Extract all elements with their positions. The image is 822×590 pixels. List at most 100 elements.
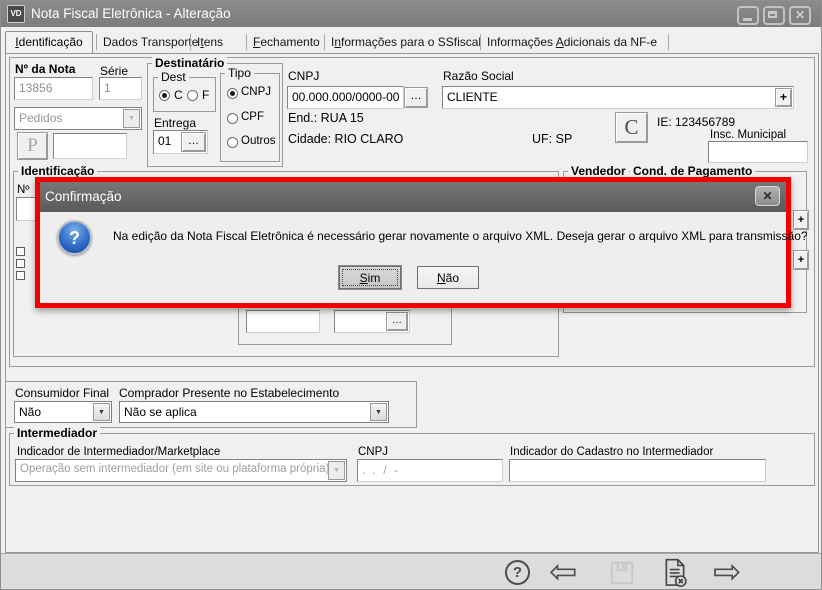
radio-tipo-cpf-label: CPF: [241, 111, 264, 123]
chevron-down-icon: ▼: [123, 109, 140, 128]
radio-tipo-cnpj[interactable]: [227, 88, 238, 99]
radio-tipo-outros[interactable]: [227, 137, 238, 148]
c-button[interactable]: C: [615, 112, 648, 143]
numero-label: Nº: [17, 184, 30, 196]
intermediador-legend: Intermediador: [14, 426, 100, 440]
dest-subgroup: Dest C F: [153, 77, 216, 112]
razao-social-label: Razão Social: [443, 69, 514, 83]
indicador-intermediador-dropdown[interactable]: Operação sem intermediador (em site ou p…: [15, 459, 347, 482]
hidden-checkbox[interactable]: [16, 247, 25, 256]
cnpj-field[interactable]: 00.000.000/0000-00: [287, 86, 404, 109]
close-icon: ✕: [791, 8, 809, 23]
maximize-icon: [768, 11, 777, 18]
question-icon: ?: [57, 220, 92, 255]
tab-identificacao[interactable]: Identificação: [5, 31, 93, 54]
indicador-cadastro-label: Indicador do Cadastro no Intermediador: [510, 446, 713, 458]
tab-itens[interactable]: Itens: [197, 35, 223, 49]
radio-dest-f[interactable]: [187, 90, 198, 101]
tipo-subgroup: Tipo CNPJ CPF Outros: [220, 73, 280, 162]
p-button[interactable]: P: [17, 132, 48, 160]
consumidor-final-dropdown[interactable]: Não ▼: [14, 401, 112, 423]
entrega-ellipsis-button[interactable]: …: [181, 132, 206, 152]
tab-separator: [96, 34, 97, 50]
save-icon[interactable]: [609, 560, 635, 590]
cancel-document-icon[interactable]: [661, 558, 689, 590]
indicador-intermediador-label: Indicador de Intermediador/Marketplace: [17, 446, 220, 458]
radio-dest-f-label: F: [202, 88, 209, 102]
close-icon: ✕: [762, 189, 772, 203]
vendedor-legend: Vendedor: [568, 164, 629, 178]
ie-text: IE: 123456789: [657, 115, 735, 129]
radio-dest-c[interactable]: [159, 90, 170, 101]
hidden-field-1[interactable]: [246, 310, 320, 333]
nota-label: Nº da Nota: [15, 62, 75, 76]
endereco-text: End.: RUA 15: [288, 111, 364, 125]
minimize-button[interactable]: [737, 6, 759, 25]
cnpj-label: CNPJ: [288, 69, 319, 83]
vendedor-plus-button[interactable]: +: [793, 210, 809, 230]
app-window: VD Nota Fiscal Eletrônica - Alteração ✕ …: [0, 0, 822, 590]
chevron-down-icon: ▼: [93, 403, 110, 421]
forward-icon[interactable]: ⇨: [713, 548, 742, 590]
chevron-down-icon: ▼: [370, 403, 387, 421]
insc-municipal-label: Insc. Municipal: [710, 129, 786, 141]
identificacao-legend: Identificação: [18, 164, 97, 178]
tab-separator: [668, 34, 669, 50]
cond-pagamento-plus-button[interactable]: +: [793, 250, 809, 270]
insc-municipal-field[interactable]: [708, 141, 808, 163]
window-title: Nota Fiscal Eletrônica - Alteração: [31, 1, 231, 27]
dialog-close-button[interactable]: ✕: [755, 186, 780, 206]
tab-informacoes-adicionais[interactable]: Informações Adicionais da NF-e: [487, 35, 657, 49]
comprador-presente-label: Comprador Presente no Estabelecimento: [119, 386, 339, 400]
cond-pagamento-legend: Cond. de Pagamento: [630, 164, 755, 178]
help-icon[interactable]: ?: [505, 560, 530, 585]
close-button[interactable]: ✕: [789, 6, 811, 25]
entrega-label: Entrega: [154, 116, 196, 130]
app-icon: VD: [7, 5, 25, 23]
tab-dados-transporte[interactable]: Dados Transporte: [103, 35, 198, 49]
p-text-field[interactable]: [53, 133, 127, 159]
serie-field[interactable]: 1: [99, 77, 142, 100]
maximize-button[interactable]: [763, 6, 785, 25]
sim-button[interactable]: Sim: [339, 266, 401, 289]
razao-social-field[interactable]: CLIENTE: [442, 86, 794, 109]
dialog-title-bar: Confirmação: [40, 182, 786, 212]
title-bar: VD Nota Fiscal Eletrônica - Alteração ✕: [1, 1, 821, 27]
tipo-legend: Tipo: [225, 66, 254, 80]
tab-separator: [190, 34, 191, 50]
razao-social-plus-button[interactable]: +: [775, 88, 792, 107]
consumidor-final-label: Consumidor Final: [15, 386, 109, 400]
radio-dest-c-label: C: [174, 88, 183, 102]
cnpj-ellipsis-button[interactable]: …: [404, 87, 428, 108]
comprador-presente-dropdown[interactable]: Não se aplica ▼: [119, 401, 389, 423]
hidden-checkbox[interactable]: [16, 271, 25, 280]
chevron-down-icon: ▼: [328, 461, 345, 480]
cidade-text: Cidade: RIO CLARO: [288, 132, 403, 146]
indicador-cadastro-field[interactable]: [509, 459, 766, 482]
uf-text: UF: SP: [532, 132, 572, 146]
nao-button[interactable]: Não: [417, 266, 479, 289]
confirmation-dialog: Confirmação ✕ ? Na edição da Nota Fiscal…: [35, 177, 791, 308]
destinatario-group: Destinatário Dest C F Entrega 01 … Tipo …: [147, 63, 283, 167]
tab-fechamento[interactable]: Fechamento: [253, 35, 320, 49]
hidden-ellipsis-button[interactable]: …: [386, 312, 408, 331]
radio-tipo-outros-label: Outros: [241, 135, 276, 147]
back-icon[interactable]: ⇦: [549, 548, 578, 590]
intermediador-cnpj-field[interactable]: . . / -: [357, 459, 503, 482]
minimize-icon: [743, 18, 752, 21]
intermediador-cnpj-label: CNPJ: [358, 446, 388, 458]
bottom-toolbar: ? ⇦ ⇨: [1, 553, 822, 590]
tab-separator: [246, 34, 247, 50]
dest-legend: Dest: [158, 70, 189, 84]
nota-field[interactable]: 13856: [14, 77, 93, 100]
tab-informacoes-ssfiscal[interactable]: Informações para o SSfiscal: [331, 35, 481, 49]
radio-tipo-cnpj-label: CNPJ: [241, 86, 271, 98]
tab-separator: [324, 34, 325, 50]
serie-label: Série: [100, 64, 128, 78]
pedidos-dropdown[interactable]: Pedidos ▼: [14, 107, 142, 130]
dialog-message: Na edição da Nota Fiscal Eletrônica é ne…: [113, 229, 808, 243]
radio-tipo-cpf[interactable]: [227, 113, 238, 124]
hidden-checkbox[interactable]: [16, 259, 25, 268]
tab-separator: [480, 34, 481, 50]
destinatario-legend: Destinatário: [152, 56, 227, 70]
